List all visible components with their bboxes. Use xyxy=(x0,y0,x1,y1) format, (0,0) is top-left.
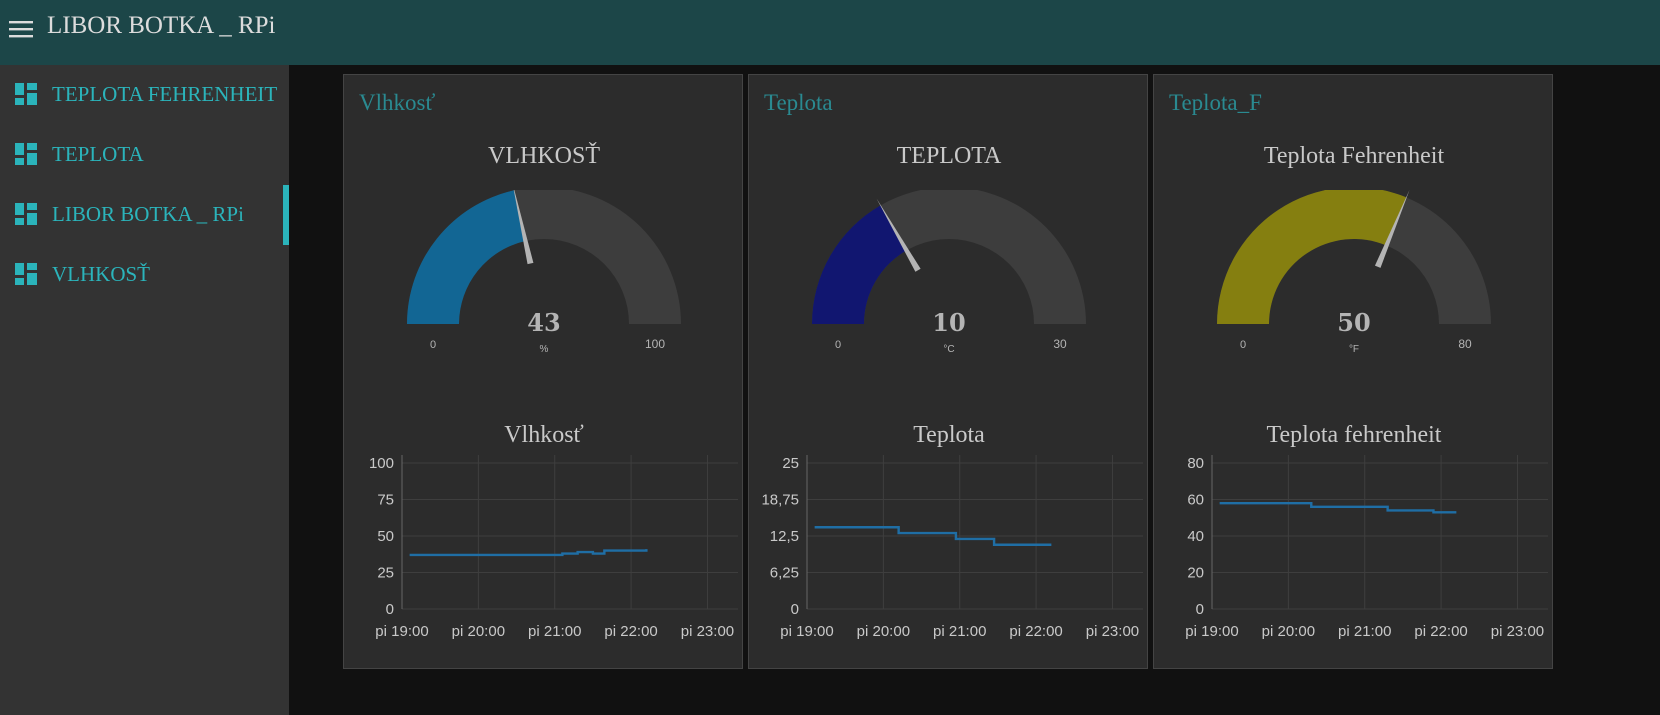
gauge-unit: °C xyxy=(943,344,954,355)
group-title: Teplota xyxy=(764,90,833,115)
gauge-max: 100 xyxy=(645,337,665,351)
x-tick-label: pi 21:00 xyxy=(933,623,986,640)
x-tick-label: pi 21:00 xyxy=(528,623,581,640)
sidebar-item-vlhkost[interactable]: VLHKOSŤ xyxy=(0,245,289,305)
sidebar-item-label: TEPLOTA xyxy=(52,142,144,166)
y-tick-label: 25 xyxy=(377,565,394,582)
top-toolbar: LIBOR BOTKA _ RPi xyxy=(0,0,1660,65)
gauge-max: 80 xyxy=(1458,337,1472,351)
dashboard-icon xyxy=(15,203,37,230)
x-tick-label: pi 21:00 xyxy=(1338,623,1391,640)
dashboard-icon xyxy=(15,143,37,170)
y-tick-label: 60 xyxy=(1187,492,1204,509)
group-vlhkost: Vlhkosť VLHKOSŤ 43% 0 100 Vlhkosť 100 75 50 2… xyxy=(343,74,743,669)
y-tick-label: 20 xyxy=(1187,565,1204,582)
gauge-min: 0 xyxy=(835,339,841,351)
y-tick-label: 100 xyxy=(369,455,394,472)
menu-icon[interactable] xyxy=(9,18,35,40)
x-tick-label: pi 19:00 xyxy=(375,623,428,640)
x-tick-label: pi 23:00 xyxy=(1086,623,1139,640)
sidebar-item-teplota-fehrenheit[interactable]: TEPLOTA FEHRENHEIT xyxy=(0,65,289,125)
fahrenheit-gauge: 50 °F 0 80 xyxy=(1217,190,1491,355)
x-tick-label: pi 22:00 xyxy=(1009,623,1062,640)
x-tick-label: pi 20:00 xyxy=(1262,623,1315,640)
dashboard-icon xyxy=(15,263,37,290)
chart-title: Vlhkosť xyxy=(504,422,584,448)
humidity-chart: 100 75 50 25 0 pi 19:00 pi 20:00 pi 21:00 pi 22:… xyxy=(369,455,738,640)
y-tick-label: 0 xyxy=(1196,601,1204,618)
sidebar-item-label: TEPLOTA FEHRENHEIT xyxy=(52,82,278,106)
gauge-value: 43 xyxy=(527,308,560,337)
gauge-value: 50 xyxy=(1337,308,1370,337)
x-tick-label: pi 19:00 xyxy=(1185,623,1238,640)
y-tick-label: 0 xyxy=(791,601,799,618)
sidebar: TEPLOTA FEHRENHEIT TEPLOTA LIBOR BOTKA _… xyxy=(0,65,289,715)
x-tick-label: pi 22:00 xyxy=(604,623,657,640)
gauge-title: VLHKOSŤ xyxy=(488,143,600,169)
sidebar-item-label: VLHKOSŤ xyxy=(52,262,150,286)
group-teplota-f: Teplota_F Teplota Fehrenheit 50 °F 0 80 Tep… xyxy=(1153,74,1553,669)
x-tick-label: pi 23:00 xyxy=(1491,623,1544,640)
gauge-fill xyxy=(407,190,526,324)
app-title: LIBOR BOTKA _ RPi xyxy=(47,12,276,39)
gauge-value: 10 xyxy=(932,308,965,337)
sidebar-item-libor-botka-rpi[interactable]: LIBOR BOTKA _ RPi xyxy=(0,185,289,245)
gauge-unit: % xyxy=(540,344,549,355)
chart-title: Teplota xyxy=(913,422,985,448)
x-tick-label: pi 23:00 xyxy=(681,623,734,640)
gauge-title: TEPLOTA xyxy=(896,143,1002,169)
temperature-chart: 25 18,75 12,5 6,25 0 pi 19:00 pi 20:00 pi 21:00… xyxy=(761,455,1143,640)
gauge-min: 0 xyxy=(430,339,436,351)
y-tick-label: 25 xyxy=(782,455,799,472)
gauge-fill xyxy=(1217,190,1407,324)
x-tick-label: pi 22:00 xyxy=(1414,623,1467,640)
sidebar-item-teplota[interactable]: TEPLOTA xyxy=(0,125,289,185)
group-teplota: Teplota TEPLOTA 10 °C 0 30 Teplota 25 18,75 1… xyxy=(748,74,1148,669)
y-tick-label: 50 xyxy=(377,528,394,545)
y-tick-label: 6,25 xyxy=(770,565,799,582)
series-line xyxy=(1219,501,1457,514)
y-tick-label: 0 xyxy=(386,601,394,618)
dashboard-icon xyxy=(15,83,37,110)
group-title: Vlhkosť xyxy=(359,90,436,115)
x-tick-label: pi 20:00 xyxy=(857,623,910,640)
humidity-gauge: 43% 0 100 xyxy=(407,190,681,355)
sidebar-item-label: LIBOR BOTKA _ RPi xyxy=(52,202,244,226)
temperature-gauge: 10 °C 0 30 xyxy=(812,190,1086,355)
y-tick-label: 80 xyxy=(1187,455,1204,472)
gauge-min: 0 xyxy=(1240,339,1246,351)
group-title: Teplota_F xyxy=(1169,90,1262,115)
gauge-title: Teplota Fehrenheit xyxy=(1263,143,1445,169)
y-tick-label: 12,5 xyxy=(770,528,799,545)
fahrenheit-chart: 80 60 40 20 0 pi 19:00 pi 20:00 pi 21:00 pi 22:0… xyxy=(1185,455,1548,640)
gauge-max: 30 xyxy=(1053,337,1067,351)
series-line xyxy=(409,549,648,557)
y-tick-label: 40 xyxy=(1187,528,1204,545)
x-tick-label: pi 20:00 xyxy=(452,623,505,640)
chart-title: Teplota fehrenheit xyxy=(1266,422,1442,448)
y-tick-label: 18,75 xyxy=(761,492,799,509)
y-tick-label: 75 xyxy=(377,492,394,509)
x-tick-label: pi 19:00 xyxy=(780,623,833,640)
gauge-unit: °F xyxy=(1349,344,1359,355)
